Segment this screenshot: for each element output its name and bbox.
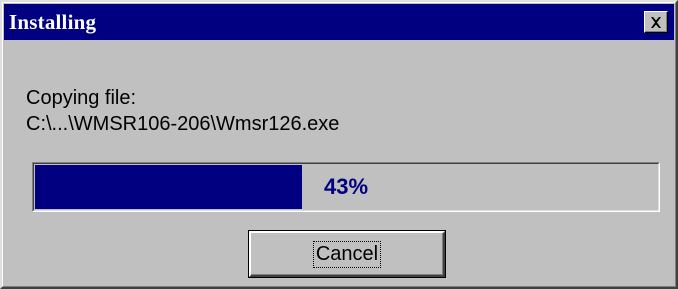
progress-bar-fill bbox=[35, 165, 302, 209]
window-title: Installing bbox=[9, 9, 97, 34]
installer-dialog: Installing Copying file: C:\...\WMSR106-… bbox=[0, 0, 678, 289]
copying-file-label: Copying file: bbox=[26, 87, 137, 109]
cancel-button[interactable]: Cancel bbox=[248, 230, 446, 278]
file-path-text: C:\...\WMSR106-206\Wmsr126.exe bbox=[26, 113, 340, 135]
close-button[interactable] bbox=[644, 11, 668, 33]
close-icon bbox=[651, 16, 661, 28]
cancel-button-label: Cancel bbox=[312, 240, 382, 268]
title-bar[interactable]: Installing bbox=[4, 4, 674, 40]
progress-bar: 43% bbox=[32, 162, 660, 212]
cancel-button-label-wrap: Cancel bbox=[249, 231, 445, 277]
